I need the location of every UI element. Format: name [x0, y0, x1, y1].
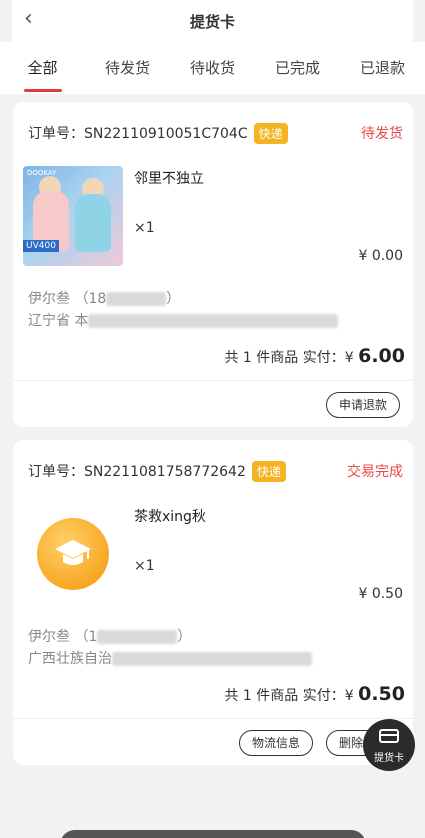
- product-image[interactable]: [23, 504, 123, 604]
- child-figure: [75, 194, 111, 252]
- divider: [13, 380, 413, 381]
- fab-label: 提货卡: [374, 753, 404, 764]
- recipient-phone: （1: [74, 629, 98, 645]
- product-price: ¥ 0.00: [358, 248, 403, 264]
- order-header: 订单号：SN2211081758772642 快递 交易完成: [28, 460, 403, 482]
- recipient-info: 伊尔叁 （1 ）: [28, 626, 191, 646]
- pickup-card-fab[interactable]: 提货卡: [363, 719, 415, 771]
- thumb-uv-label: UV400: [23, 240, 59, 252]
- recipient-address: 广西壮族自治: [28, 648, 312, 668]
- total-label: 共 1 件商品 实付：¥: [224, 688, 354, 704]
- order-card[interactable]: 订单号：SN22110910051C704C 快递 待发货 DOOKAY UV4…: [13, 102, 413, 427]
- logistics-info-button[interactable]: 物流信息: [238, 730, 313, 756]
- redacted-text: [97, 630, 178, 644]
- top-bar: ‹ 提货卡: [12, 0, 413, 42]
- delivery-badge: 快递: [253, 122, 288, 144]
- total-label: 共 1 件商品 实付：¥: [224, 350, 354, 366]
- order-status: 待发货: [361, 126, 403, 142]
- address-text: 广西壮族自治: [28, 651, 112, 667]
- product-price: ¥ 0.50: [358, 586, 403, 602]
- back-icon[interactable]: ‹: [24, 8, 33, 30]
- request-refund-button[interactable]: 申请退款: [325, 392, 400, 418]
- graduation-cap-icon: [37, 518, 109, 590]
- tab-bar: 全部 待发货 待收货 已完成 已退款: [0, 42, 425, 94]
- bottom-bar[interactable]: [60, 830, 366, 838]
- card-icon: [379, 729, 399, 743]
- recipient-info: 伊尔叁 （18 ）: [28, 288, 180, 308]
- redacted-text: [88, 314, 339, 328]
- delivery-badge: 快递: [251, 460, 286, 482]
- order-total: 共 1 件商品 实付：¥ 0.50: [224, 683, 405, 705]
- tab-completed[interactable]: 已完成: [255, 42, 340, 94]
- product-quantity: ×1: [134, 558, 155, 574]
- tab-all[interactable]: 全部: [0, 42, 85, 94]
- order-number: 订单号：SN22110910051C704C: [28, 126, 248, 142]
- recipient-phone-end: ）: [166, 291, 181, 307]
- redacted-text: [112, 652, 312, 666]
- page-title: 提货卡: [189, 12, 235, 31]
- address-text: 辽宁省 本: [28, 313, 89, 329]
- order-card[interactable]: 订单号：SN2211081758772642 快递 交易完成 茶救xing秋 ×…: [13, 440, 413, 765]
- order-number: 订单号：SN2211081758772642: [28, 464, 246, 480]
- total-amount: 0.50: [358, 683, 405, 705]
- product-image[interactable]: DOOKAY UV400: [23, 166, 123, 266]
- order-total: 共 1 件商品 实付：¥ 6.00: [224, 345, 405, 367]
- order-header: 订单号：SN22110910051C704C 快递 待发货: [28, 122, 403, 144]
- divider: [13, 718, 413, 719]
- product-name[interactable]: 邻里不独立: [134, 168, 204, 188]
- redacted-text: [106, 292, 167, 306]
- tab-pending-receipt[interactable]: 待收货: [170, 42, 255, 94]
- recipient-name: 伊尔叁: [28, 629, 70, 645]
- product-quantity: ×1: [134, 220, 155, 236]
- recipient-name: 伊尔叁: [28, 291, 70, 307]
- recipient-phone: （18: [74, 291, 107, 307]
- recipient-address: 辽宁省 本: [28, 310, 339, 330]
- order-status: 交易完成: [347, 464, 403, 480]
- total-amount: 6.00: [358, 345, 405, 367]
- product-name[interactable]: 茶救xing秋: [134, 506, 206, 526]
- recipient-phone-end: ）: [177, 629, 192, 645]
- tab-pending-shipment[interactable]: 待发货: [85, 42, 170, 94]
- tab-refunded[interactable]: 已退款: [340, 42, 425, 94]
